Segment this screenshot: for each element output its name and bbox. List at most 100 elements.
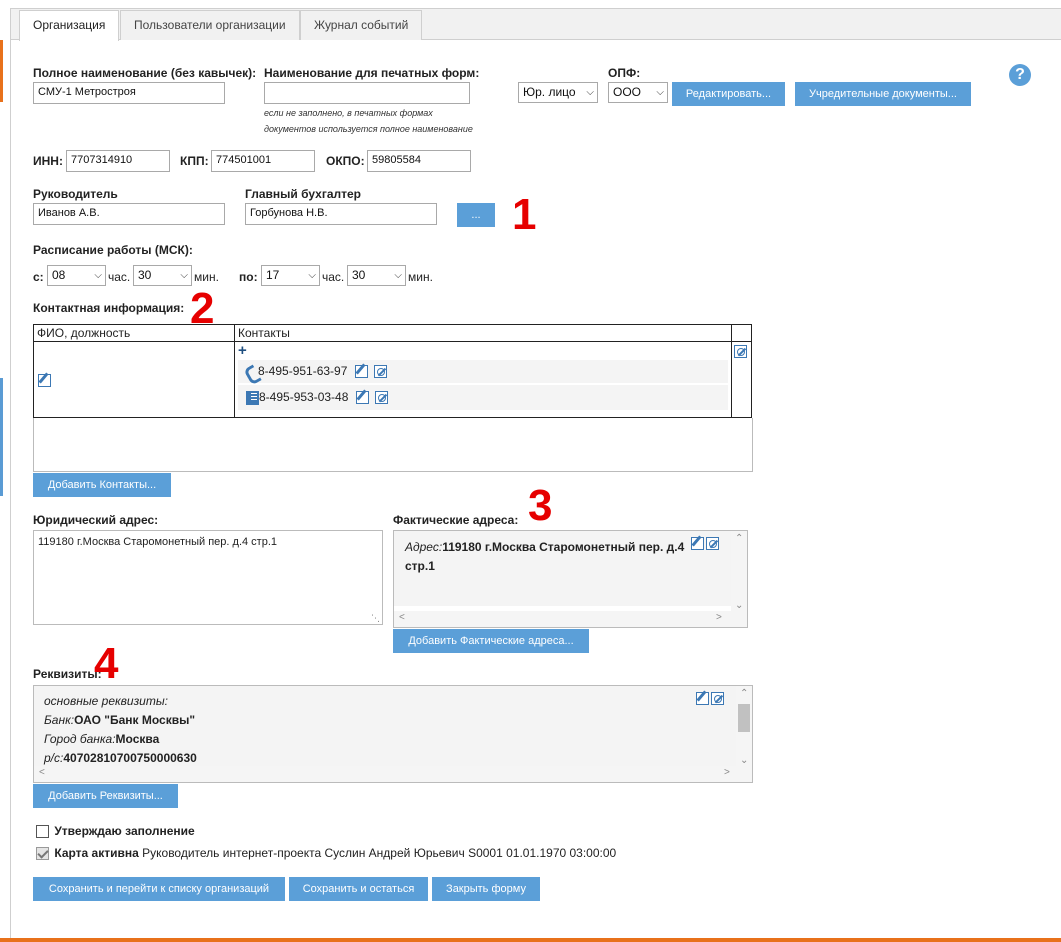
card-active-label: Карта активна	[54, 846, 139, 860]
close-form-button[interactable]: Закрыть форму	[432, 877, 540, 901]
horizontal-scrollbar[interactable]: < >	[394, 611, 747, 627]
save-and-list-button[interactable]: Сохранить и перейти к списку организаций	[33, 877, 285, 901]
scroll-right-icon[interactable]: >	[724, 767, 730, 778]
full-name-input[interactable]: СМУ-1 Метростроя	[33, 82, 225, 104]
delete-icon[interactable]	[706, 537, 719, 550]
col-header-contacts: Контакты	[234, 324, 732, 342]
horizontal-scrollbar[interactable]: < >	[34, 766, 752, 782]
delete-icon[interactable]	[374, 365, 388, 379]
actual-addresses-label: Фактические адреса:	[393, 513, 519, 527]
okpo-input[interactable]: 59805584	[367, 150, 471, 172]
add-contact-plus-icon[interactable]: +	[238, 343, 728, 358]
delete-icon[interactable]	[711, 692, 724, 705]
kpp-label: КПП:	[180, 154, 209, 168]
save-and-stay-button[interactable]: Сохранить и остаться	[289, 877, 428, 901]
founding-docs-button[interactable]: Учредительные документы...	[795, 82, 971, 106]
edit-icon[interactable]	[38, 373, 51, 387]
print-name-hint: если не заполнено, в печатных формах	[264, 108, 433, 118]
to-min-select[interactable]: 30 ⌵	[347, 265, 406, 286]
requisites-entry: основные реквизиты: Банк:ОАО "Банк Москв…	[44, 692, 197, 768]
edit-icon[interactable]	[354, 365, 368, 379]
tab-organization[interactable]: Организация	[19, 10, 120, 41]
chevron-down-icon: ⌵	[394, 270, 402, 281]
more-button[interactable]: ...	[457, 203, 495, 227]
vertical-scrollbar[interactable]: ⌃ ⌄	[736, 686, 752, 768]
resize-grip-icon[interactable]: ⋱	[371, 613, 380, 624]
legal-address-textarea[interactable]: 119180 г.Москва Старомонетный пер. д.4 с…	[33, 530, 383, 625]
card-active-row: Карта активна Руководитель интернет-прое…	[36, 846, 616, 861]
min-unit-label: мин.	[194, 270, 219, 284]
approve-checkbox[interactable]	[36, 825, 49, 839]
tab-org-users[interactable]: Пользователи организации	[120, 10, 300, 40]
opf-select[interactable]: ООО ⌵	[608, 82, 668, 103]
chevron-down-icon: ⌵	[308, 270, 316, 281]
entity-type-select[interactable]: Юр. лицо ⌵	[518, 82, 598, 103]
print-name-hint-2: документов используется полное наименова…	[264, 124, 473, 134]
scroll-up-icon[interactable]: ⌃	[735, 533, 743, 544]
tab-event-log[interactable]: Журнал событий	[300, 10, 423, 40]
delete-icon[interactable]	[375, 391, 389, 405]
actual-address-entry: Адрес:119180 г.Москва Старомонетный пер.…	[405, 538, 690, 576]
schedule-label: Расписание работы (МСК):	[33, 243, 193, 257]
print-name-input[interactable]	[264, 82, 470, 104]
requisites-label: Реквизиты:	[33, 667, 102, 681]
from-hour-value: 08	[52, 268, 66, 282]
left-accent-bar	[0, 40, 3, 102]
to-hour-select[interactable]: 17 ⌵	[261, 265, 320, 286]
from-min-select[interactable]: 30 ⌵	[133, 265, 192, 286]
add-requisites-button[interactable]: Добавить Реквизиты...	[33, 784, 178, 808]
entity-type-value: Юр. лицо	[523, 85, 576, 99]
contacts-label: Контактная информация:	[33, 301, 185, 315]
to-hour-value: 17	[266, 268, 280, 282]
full-name-label: Полное наименование (без кавычек):	[33, 66, 257, 80]
requisites-header: основные реквизиты:	[44, 694, 169, 708]
chevron-down-icon: ⌵	[180, 270, 188, 281]
print-name-label: Наименование для печатных форм:	[264, 66, 480, 80]
opf-value: ООО	[613, 85, 642, 99]
card-active-checkbox[interactable]	[36, 847, 49, 861]
requisite-key: Банк:	[44, 713, 75, 727]
scroll-right-icon[interactable]: >	[716, 612, 722, 623]
scroll-down-icon[interactable]: ⌄	[740, 755, 748, 766]
help-icon[interactable]: ?	[1009, 64, 1031, 86]
min-unit-label-2: мин.	[408, 270, 433, 284]
add-actual-addresses-button[interactable]: Добавить Фактические адреса...	[393, 629, 589, 653]
scroll-thumb[interactable]	[738, 704, 750, 732]
chevron-down-icon: ⌵	[586, 87, 594, 98]
delete-icon[interactable]	[734, 345, 747, 359]
contacts-table-footer	[33, 418, 753, 472]
accountant-label: Главный бухгалтер	[245, 187, 362, 201]
scroll-left-icon[interactable]: <	[399, 612, 405, 623]
requisites-list[interactable]: основные реквизиты: Банк:ОАО "Банк Москв…	[33, 685, 753, 783]
scroll-down-icon[interactable]: ⌄	[735, 600, 743, 611]
left-scroll-indicator	[0, 378, 3, 496]
contact-values-cell: + 8-495-951-63-97 8-495-953-03-48	[234, 341, 732, 418]
contact-actions-cell	[731, 341, 752, 418]
contact-entry: 8-495-951-63-97	[238, 360, 728, 383]
contact-entry: 8-495-953-03-48	[238, 384, 728, 410]
director-input[interactable]: Иванов А.В.	[33, 203, 225, 225]
inn-input[interactable]: 7707314910	[66, 150, 170, 172]
edit-icon[interactable]	[355, 391, 369, 405]
edit-icon[interactable]	[691, 537, 704, 550]
scroll-left-icon[interactable]: <	[39, 767, 45, 778]
opf-label: ОПФ:	[608, 66, 641, 80]
annotation-4: 4	[94, 639, 119, 688]
from-hour-select[interactable]: 08 ⌵	[47, 265, 106, 286]
add-contacts-button[interactable]: Добавить Контакты...	[33, 473, 171, 497]
hour-unit-label: час.	[108, 270, 131, 284]
edit-icon[interactable]	[696, 692, 709, 705]
okpo-label: ОКПО:	[326, 154, 365, 168]
accountant-input[interactable]: Горбунова Н.В.	[245, 203, 437, 225]
actual-addresses-list[interactable]: Адрес:119180 г.Москва Старомонетный пер.…	[393, 530, 748, 628]
requisite-value: 40702810700750000630	[63, 751, 197, 765]
requisite-value: Москва	[115, 732, 160, 746]
requisite-key: Город банка:	[44, 732, 116, 746]
contact-name-cell	[33, 341, 235, 418]
fax-icon	[246, 390, 259, 405]
scroll-up-icon[interactable]: ⌃	[740, 688, 748, 699]
phone-icon	[246, 365, 258, 379]
edit-button[interactable]: Редактировать...	[672, 82, 785, 106]
vertical-scrollbar[interactable]: ⌃ ⌄	[731, 531, 747, 613]
kpp-input[interactable]: 774501001	[211, 150, 315, 172]
